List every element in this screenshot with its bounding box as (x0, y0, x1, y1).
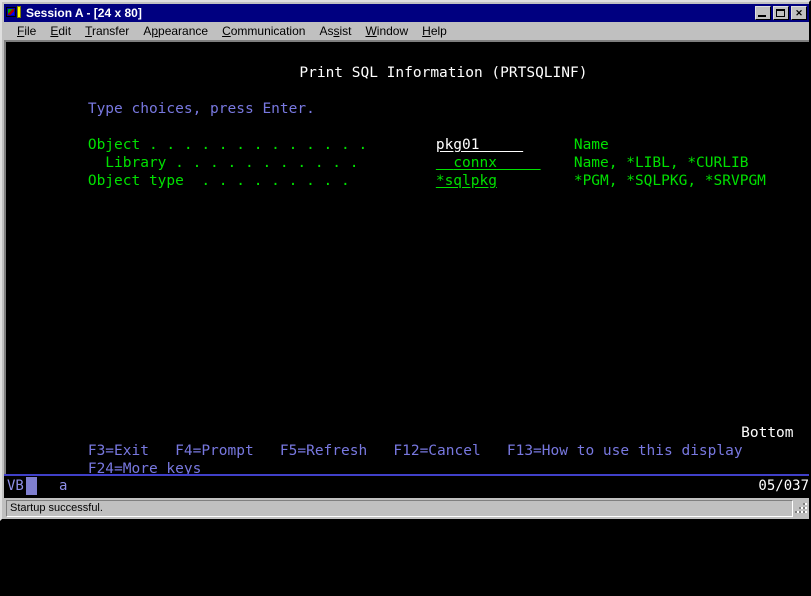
close-button[interactable]: ✕ (791, 6, 807, 20)
oia-cursor-position: 05/037 (758, 478, 809, 494)
field-label-object-type: Object type . . . . . . . . . (87, 173, 350, 189)
maximize-button[interactable] (773, 6, 789, 20)
operator-information-area: VB a 05/037 (4, 474, 809, 498)
more-indicator-pad (794, 425, 811, 441)
session-window: Session A - [24 x 80] ✕ File Edit Transf… (0, 0, 811, 521)
oia-system-indicator: VB (7, 478, 24, 494)
window-title: Session A - [24 x 80] (26, 6, 142, 20)
field-help-object-type: *PGM, *SQLPKG, *SRVPGM (573, 173, 766, 189)
status-bar: Startup successful. (4, 498, 809, 519)
window-controls: ✕ (755, 6, 807, 20)
instruction-text: Type choices, press Enter. (87, 101, 315, 117)
menu-item-window[interactable]: Window (358, 23, 415, 40)
screen-title: Print SQL Information (PRTSQLINF) (299, 65, 588, 81)
more-indicator: Bottom (741, 425, 794, 441)
title-bar: Session A - [24 x 80] ✕ (4, 4, 809, 22)
terminal-screen[interactable]: Print SQL Information (PRTSQLINF) Type c… (4, 40, 811, 477)
close-icon: ✕ (795, 7, 803, 18)
oia-insert-indicator: a (59, 478, 68, 494)
menu-item-file[interactable]: File (10, 23, 43, 40)
menu-item-assist[interactable]: Assist (312, 23, 358, 40)
terminal-session-icon (6, 6, 22, 20)
status-message: Startup successful. (6, 500, 793, 517)
menu-item-appearance[interactable]: Appearance (136, 23, 215, 40)
oia-cursor-block (26, 477, 37, 495)
resize-grip-icon[interactable] (793, 498, 809, 519)
menu-item-edit[interactable]: Edit (43, 23, 78, 40)
field-input-object-type[interactable]: *sqlpkg (436, 173, 497, 189)
menu-item-help[interactable]: Help (415, 23, 454, 40)
minimize-button[interactable] (755, 6, 771, 20)
menu-bar: File Edit Transfer Appearance Communicat… (4, 23, 809, 40)
menu-item-communication[interactable]: Communication (215, 23, 312, 40)
menu-item-transfer[interactable]: Transfer (78, 23, 136, 40)
